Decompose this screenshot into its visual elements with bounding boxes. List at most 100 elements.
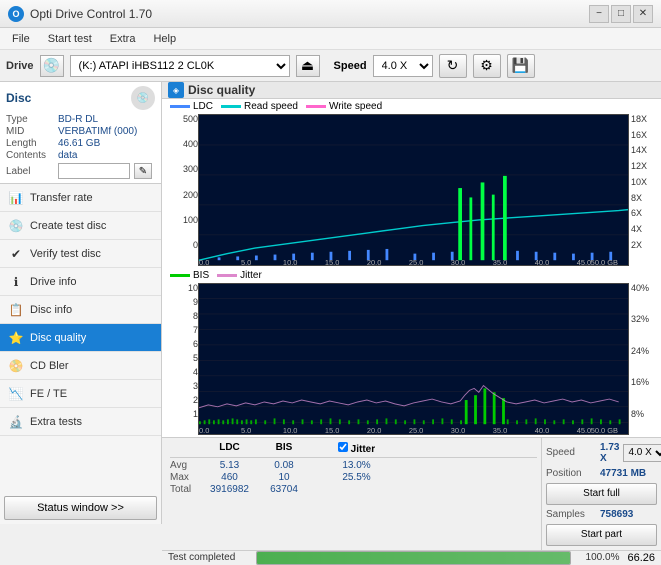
disc-contents-row: Contents data — [6, 150, 155, 161]
avg-row: Avg 5.13 0.08 13.0% — [170, 460, 537, 471]
disc-length-key: Length — [6, 138, 54, 149]
read-speed-legend-label: Read speed — [244, 101, 298, 112]
jitter-check-label: Jitter — [329, 442, 384, 455]
top-chart-svg: 0.0 5.0 10.0 15.0 20.0 25.0 30.0 35.0 40… — [199, 115, 628, 265]
bottom-panel: LDC BIS Jitter Avg 5.13 0.08 13.0% — [162, 437, 661, 527]
disc-info-icon: 📋 — [8, 302, 24, 318]
ldc-legend-label: LDC — [193, 101, 213, 112]
nav-disc-info[interactable]: 📋 Disc info — [0, 296, 161, 324]
ldc-legend: LDC — [170, 101, 213, 112]
samples-label: Samples — [546, 509, 596, 520]
total-row: Total 3916982 63704 — [170, 484, 537, 495]
chart-title: Disc quality — [188, 83, 255, 97]
svg-text:25.0: 25.0 — [409, 426, 423, 434]
disc-contents-key: Contents — [6, 150, 54, 161]
jitter-checkbox[interactable] — [338, 442, 348, 452]
minimize-button[interactable]: − — [589, 5, 609, 23]
app-title: Opti Drive Control 1.70 — [30, 7, 152, 21]
svg-text:45.0: 45.0 — [577, 426, 591, 434]
drive-info-icon: ℹ — [8, 274, 24, 290]
charts-area: LDC Read speed Write speed 500 4 — [162, 99, 661, 437]
total-bis: 63704 — [259, 484, 309, 495]
nav-fe-te[interactable]: 📉 FE / TE — [0, 380, 161, 408]
jitter-color — [217, 274, 237, 277]
status-window-button[interactable]: Status window >> — [4, 496, 157, 520]
samples-row: Samples 758693 — [546, 509, 657, 520]
svg-text:25.0: 25.0 — [409, 258, 424, 265]
svg-text:15.0: 15.0 — [325, 426, 339, 434]
avg-ldc: 5.13 — [202, 460, 257, 471]
right-controls: Speed 1.73 X 4.0 X Position 47731 MB Sta… — [541, 438, 661, 550]
disc-type-val: BD-R DL — [58, 114, 98, 125]
sidebar: Disc 💿 Type BD-R DL MID VERBATIMf (000) … — [0, 82, 162, 524]
window-controls: − □ ✕ — [589, 5, 653, 23]
svg-text:35.0: 35.0 — [493, 258, 508, 265]
disc-mid-key: MID — [6, 126, 54, 137]
max-row: Max 460 10 25.5% — [170, 472, 537, 483]
drive-bar: Drive 💿 (K:) ATAPI iHBS112 2 CL0K ⏏ Spee… — [0, 50, 661, 82]
svg-text:5.0: 5.0 — [241, 426, 251, 434]
menu-bar: File Start test Extra Help — [0, 28, 661, 50]
progress-bar-background — [256, 551, 571, 565]
eject-button[interactable]: ⏏ — [296, 55, 320, 77]
nav-transfer-rate[interactable]: 📊 Transfer rate — [0, 184, 161, 212]
max-label: Max — [170, 472, 200, 483]
progress-text: 100.0% — [579, 552, 619, 563]
refresh-button[interactable]: ↻ — [439, 54, 467, 78]
top-chart-y-axis-left: 500 400 300 200 100 0 — [166, 114, 198, 266]
avg-label: Avg — [170, 460, 200, 471]
right-value: 66.26 — [627, 552, 655, 564]
start-part-button[interactable]: Start part — [546, 524, 657, 546]
disc-label-row: Label ✎ — [6, 163, 155, 179]
total-ldc: 3916982 — [202, 484, 257, 495]
svg-text:30.0: 30.0 — [451, 426, 465, 434]
bis-color — [170, 274, 190, 277]
menu-extra[interactable]: Extra — [102, 31, 144, 47]
settings-button[interactable]: ⚙ — [473, 54, 501, 78]
drive-select[interactable]: (K:) ATAPI iHBS112 2 CL0K — [70, 55, 290, 77]
transfer-rate-icon: 📊 — [8, 190, 24, 206]
maximize-button[interactable]: □ — [611, 5, 631, 23]
nav-fe-te-label: FE / TE — [30, 388, 67, 400]
disc-title: Disc — [6, 91, 31, 105]
ldc-color — [170, 105, 190, 108]
nav-extra-tests[interactable]: 🔬 Extra tests — [0, 408, 161, 436]
speed-select[interactable]: 4.0 X — [623, 444, 661, 462]
position-value: 47731 MB — [600, 468, 646, 479]
title-bar-left: O Opti Drive Control 1.70 — [8, 6, 152, 22]
status-text: Test completed — [168, 552, 248, 563]
nav-drive-info[interactable]: ℹ Drive info — [0, 268, 161, 296]
bottom-chart-svg: 0.0 5.0 10.0 15.0 20.0 25.0 30.0 35.0 40… — [199, 284, 628, 434]
menu-start-test[interactable]: Start test — [40, 31, 100, 47]
nav-cd-bler[interactable]: 📀 CD Bler — [0, 352, 161, 380]
disc-contents-val: data — [58, 150, 77, 161]
jitter-legend-label: Jitter — [240, 270, 262, 281]
disc-label-input[interactable] — [58, 163, 130, 179]
disc-quality-icon: ⭐ — [8, 330, 24, 346]
main-area: Disc 💿 Type BD-R DL MID VERBATIMf (000) … — [0, 82, 661, 524]
bottom-chart-area: 0.0 5.0 10.0 15.0 20.0 25.0 30.0 35.0 40… — [198, 283, 629, 435]
menu-help[interactable]: Help — [145, 31, 184, 47]
stats-row: LDC BIS Jitter Avg 5.13 0.08 13.0% — [162, 438, 661, 550]
app-icon: O — [8, 6, 24, 22]
disc-mid-row: MID VERBATIMf (000) — [6, 126, 155, 137]
menu-file[interactable]: File — [4, 31, 38, 47]
drive-icon-button[interactable]: 💿 — [40, 55, 64, 77]
disc-panel: Disc 💿 Type BD-R DL MID VERBATIMf (000) … — [0, 82, 161, 184]
read-speed-legend: Read speed — [221, 101, 298, 112]
disc-label-edit-button[interactable]: ✎ — [134, 163, 152, 179]
save-button[interactable]: 💾 — [507, 54, 535, 78]
position-row: Position 47731 MB — [546, 468, 657, 479]
nav-disc-quality[interactable]: ⭐ Disc quality — [0, 324, 161, 352]
extra-tests-icon: 🔬 — [8, 414, 24, 430]
top-chart-y-axis-right: 18X 16X 14X 12X 10X 8X 6X 4X 2X — [629, 114, 657, 266]
speed-select[interactable]: 4.0 X — [373, 55, 433, 77]
nav-verify-test-disc[interactable]: ✔ Verify test disc — [0, 240, 161, 268]
speed-label: Speed — [546, 447, 596, 458]
close-button[interactable]: ✕ — [633, 5, 653, 23]
svg-text:20.0: 20.0 — [367, 258, 382, 265]
nav-create-test-disc[interactable]: 💿 Create test disc — [0, 212, 161, 240]
total-label: Total — [170, 484, 200, 495]
content-area: ◈ Disc quality LDC Read speed — [162, 82, 661, 524]
start-full-button[interactable]: Start full — [546, 483, 657, 505]
